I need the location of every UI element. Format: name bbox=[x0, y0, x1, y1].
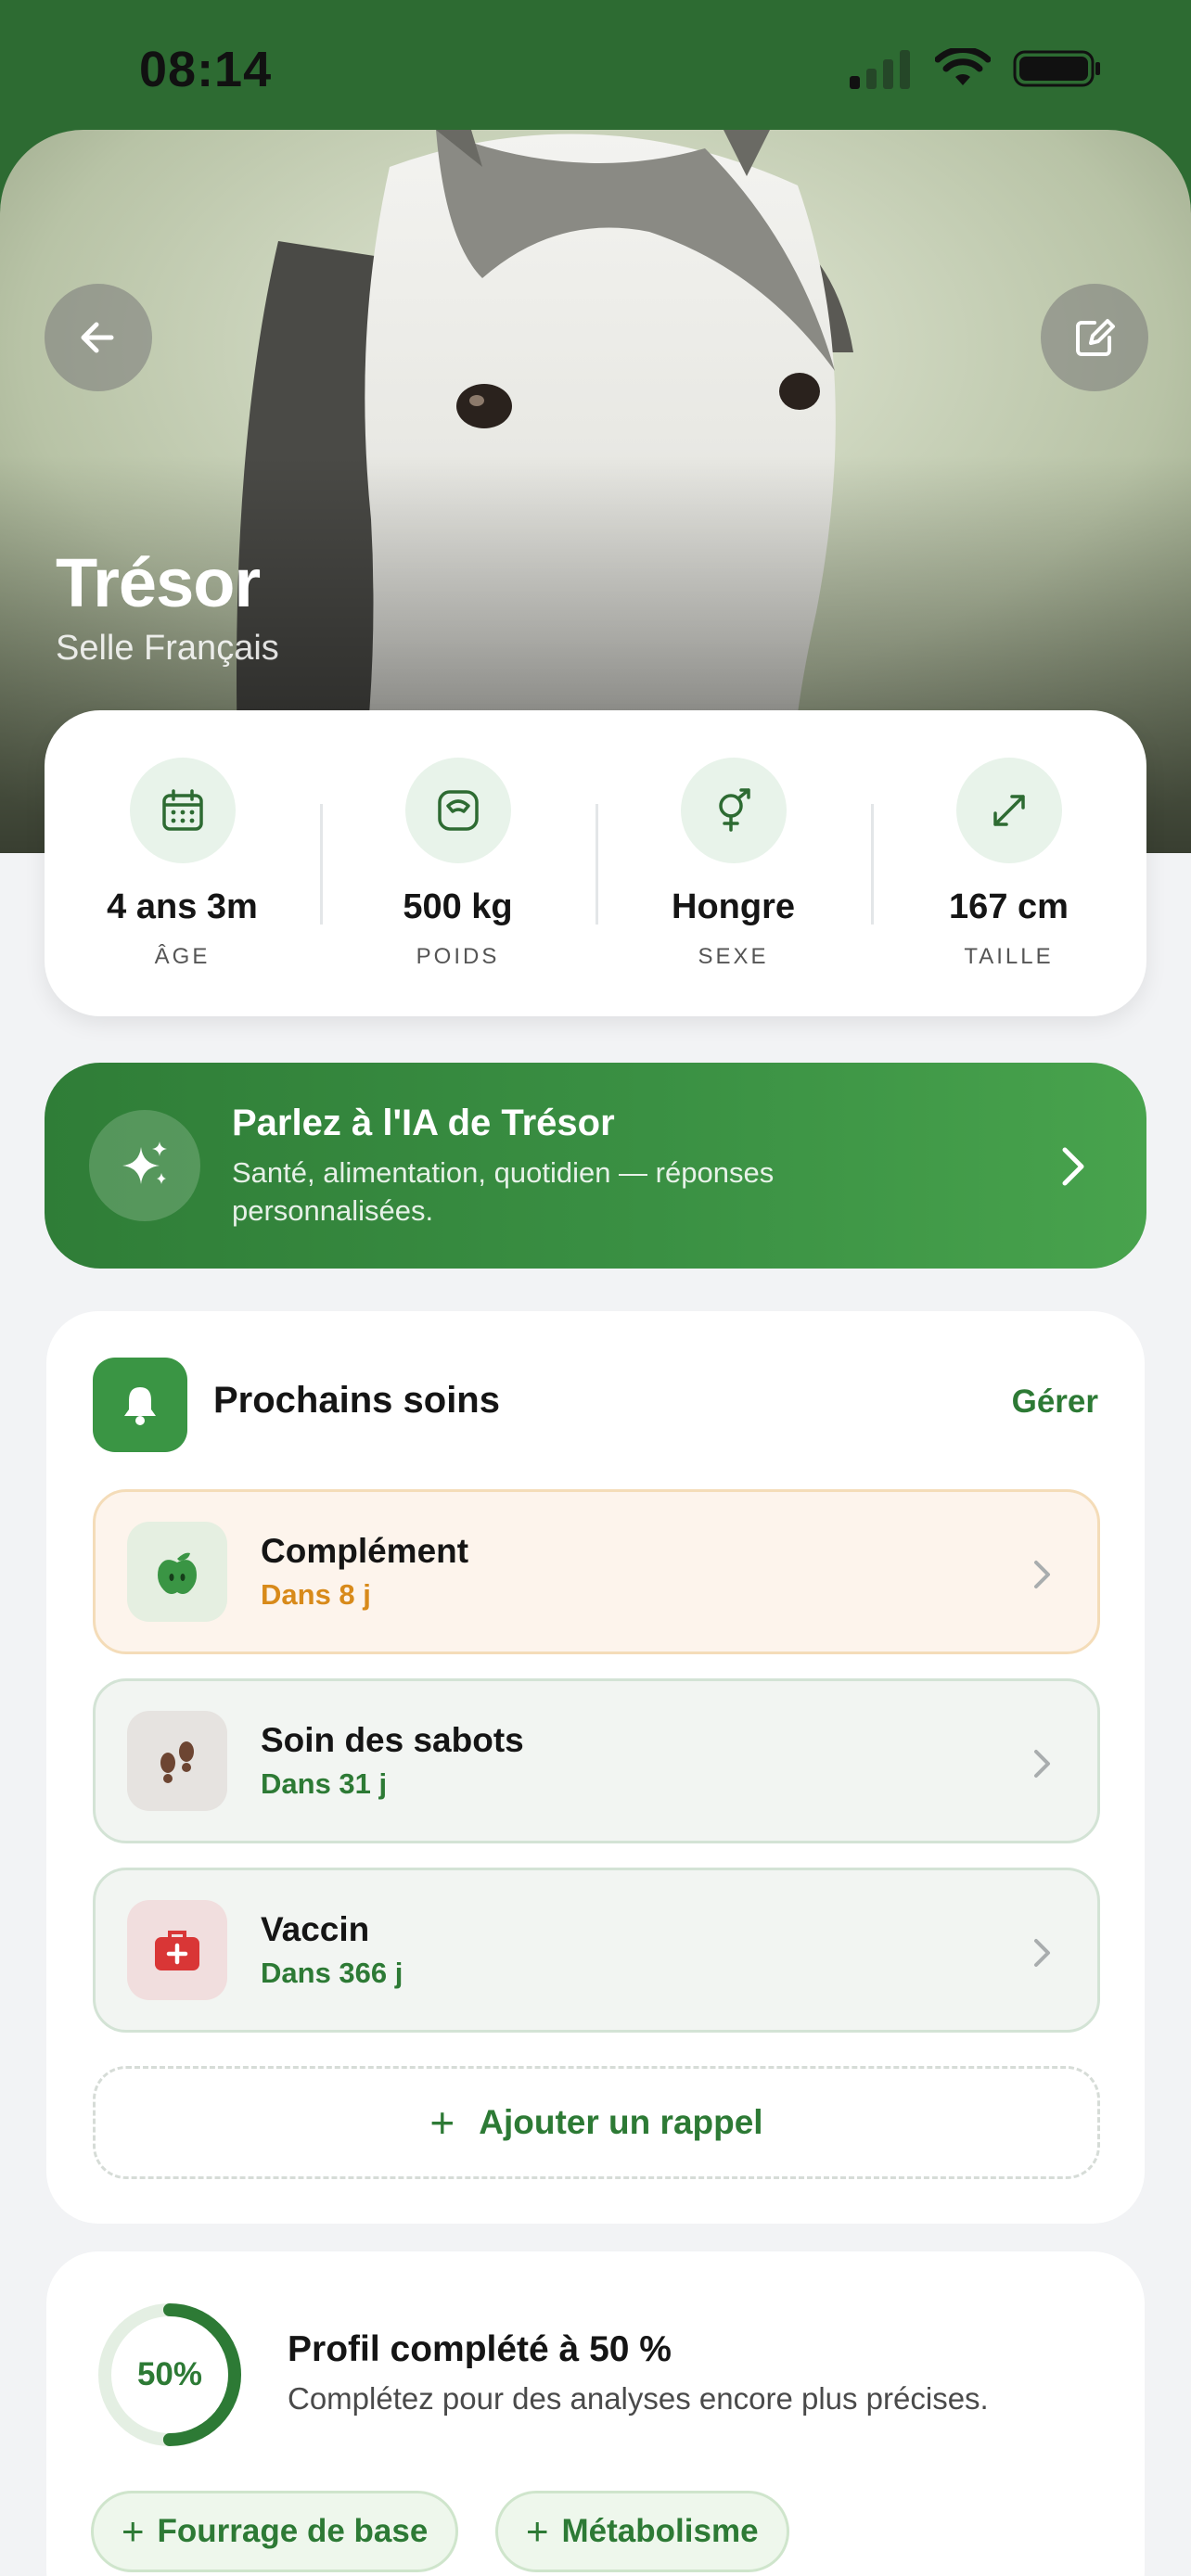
care-item-name: Vaccin bbox=[261, 1910, 370, 1948]
gender-icon bbox=[680, 757, 787, 863]
chevron-right-icon bbox=[1062, 1147, 1084, 1186]
care-item-vaccine[interactable]: Vaccin Dans 366 j bbox=[93, 1868, 1100, 2033]
stat-height-label: TAILLE bbox=[964, 943, 1054, 969]
edit-icon bbox=[1076, 319, 1115, 356]
wifi-icon bbox=[935, 48, 991, 85]
status-time: 08:14 bbox=[139, 42, 273, 97]
edit-button[interactable] bbox=[1041, 284, 1148, 391]
ai-banner-title: Parlez à l'IA de Trésor bbox=[232, 1102, 615, 1143]
care-item-supplement[interactable]: Complément Dans 8 j bbox=[93, 1489, 1100, 1654]
care-item-due: Dans 8 j bbox=[261, 1578, 371, 1611]
stat-age: 4 ans 3m ÂGE bbox=[45, 757, 320, 970]
horse-name: Trésor bbox=[56, 544, 261, 621]
signal-icon bbox=[850, 50, 910, 89]
add-metabolism-chip[interactable]: + Métabolisme bbox=[495, 2491, 789, 2572]
chip-label: Métabolisme bbox=[561, 2513, 759, 2549]
sparkles-icon bbox=[89, 1110, 200, 1221]
battery-icon bbox=[1013, 50, 1100, 87]
back-button[interactable] bbox=[45, 284, 152, 391]
care-item-name: Soin des sabots bbox=[261, 1721, 524, 1759]
bell-icon bbox=[93, 1358, 187, 1452]
stat-sex-label: SEXE bbox=[698, 943, 769, 969]
chevron-right-icon bbox=[1034, 1561, 1050, 1588]
hoof-prints-icon bbox=[127, 1711, 227, 1811]
add-reminder-button[interactable]: + Ajouter un rappel bbox=[93, 2066, 1100, 2179]
scale-icon bbox=[404, 757, 511, 863]
plus-icon: + bbox=[122, 2509, 145, 2553]
stat-height-value: 167 cm bbox=[949, 886, 1069, 926]
first-aid-kit-icon bbox=[127, 1900, 227, 2000]
apple-icon bbox=[127, 1522, 227, 1622]
profile-completion-subtitle: Complétez pour des analyses encore plus … bbox=[288, 2381, 989, 2416]
stat-weight-value: 500 kg bbox=[403, 886, 513, 926]
plus-icon: + bbox=[429, 2098, 455, 2147]
stat-age-label: ÂGE bbox=[154, 943, 211, 969]
manage-button[interactable]: Gérer bbox=[1012, 1384, 1098, 1421]
care-item-name: Complément bbox=[261, 1532, 469, 1570]
add-forage-chip[interactable]: + Fourrage de base bbox=[91, 2491, 459, 2572]
expand-arrows-icon bbox=[955, 757, 1062, 863]
stat-weight-label: POIDS bbox=[416, 943, 500, 969]
add-reminder-label: Ajouter un rappel bbox=[479, 2103, 763, 2141]
stats-card: 4 ans 3m ÂGE 500 kg POIDS Hongre SEXE 16… bbox=[45, 710, 1146, 1016]
plus-icon: + bbox=[526, 2509, 549, 2553]
chevron-right-icon bbox=[1034, 1939, 1050, 1967]
stat-weight: 500 kg POIDS bbox=[320, 757, 596, 970]
profile-completion-card: 50% Profil complété à 50 % Complétez pou… bbox=[46, 2251, 1145, 2576]
horse-breed: Selle Français bbox=[56, 629, 279, 668]
status-icons bbox=[850, 48, 1102, 89]
care-item-due: Dans 366 j bbox=[261, 1957, 403, 1989]
care-item-hooves[interactable]: Soin des sabots Dans 31 j bbox=[93, 1678, 1100, 1843]
upcoming-care-title: Prochains soins bbox=[213, 1380, 500, 1421]
stat-age-value: 4 ans 3m bbox=[107, 886, 258, 926]
progress-label: 50% bbox=[136, 2356, 203, 2392]
arrow-left-icon bbox=[81, 322, 114, 353]
chip-label: Fourrage de base bbox=[157, 2513, 429, 2549]
chevron-right-icon bbox=[1034, 1750, 1050, 1778]
care-item-due: Dans 31 j bbox=[261, 1767, 388, 1800]
ai-chat-banner[interactable]: Parlez à l'IA de Trésor Santé, alimentat… bbox=[45, 1063, 1146, 1269]
profile-completion-title: Profil complété à 50 % bbox=[288, 2329, 672, 2369]
calendar-icon bbox=[129, 757, 236, 863]
ai-banner-subtitle: Santé, alimentation, quotidien — réponse… bbox=[232, 1155, 775, 1227]
upcoming-care-card: Prochains soins Gérer Complément Dans 8 … bbox=[46, 1311, 1145, 2224]
stat-height: 167 cm TAILLE bbox=[871, 757, 1146, 970]
stat-sex: Hongre SEXE bbox=[596, 757, 871, 970]
stat-sex-value: Hongre bbox=[672, 886, 795, 926]
